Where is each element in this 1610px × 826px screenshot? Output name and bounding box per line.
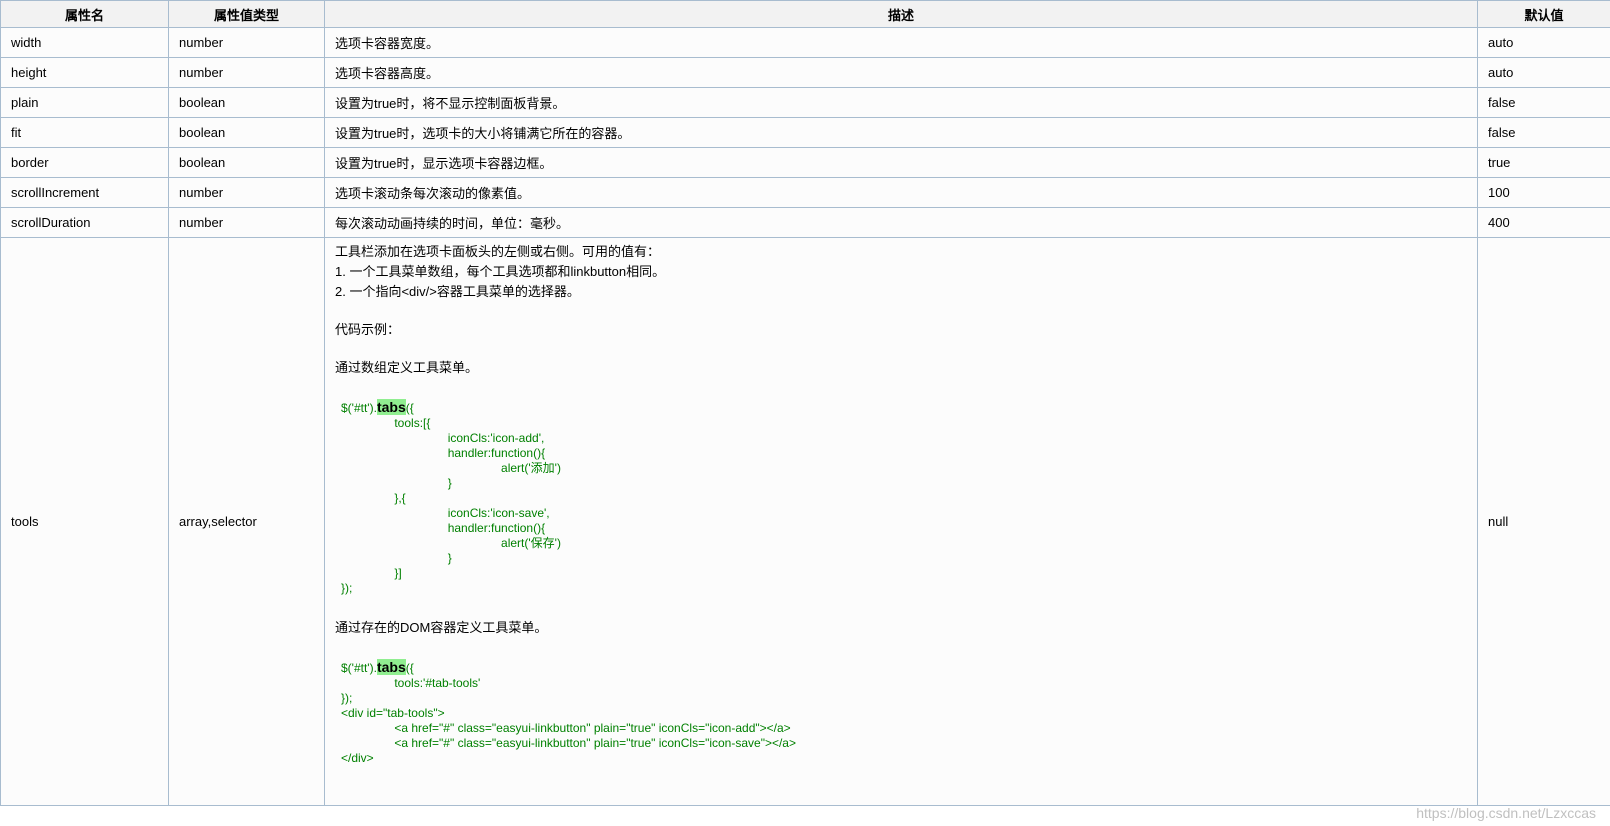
prop-desc: 选项卡容器宽度。	[324, 27, 1478, 58]
example-label: 代码示例：	[335, 322, 401, 337]
prop-default: 100	[1477, 177, 1610, 208]
prop-desc: 设置为true时，选项卡的大小将铺满它所在的容器。	[324, 117, 1478, 148]
table-row: fit boolean 设置为true时，选项卡的大小将铺满它所在的容器。 fa…	[0, 117, 1610, 148]
prop-desc-tools: 工具栏添加在选项卡面板头的左侧或右侧。可用的值有： 1. 一个工具菜单数组，每个…	[324, 237, 1478, 806]
code1-body: ({ tools:[{ iconCls:'icon-add', handler:…	[341, 401, 561, 595]
prop-desc: 每次滚动动画持续的时间，单位：毫秒。	[324, 207, 1478, 238]
example1-label: 通过数组定义工具菜单。	[335, 360, 479, 375]
header-name: 属性名	[0, 0, 169, 28]
code2-keyword: tabs	[376, 659, 406, 675]
prop-type: number	[168, 57, 325, 88]
prop-name: scrollDuration	[0, 207, 169, 238]
code-block-1: $('#tt').tabs({ tools:[{ iconCls:'icon-a…	[335, 399, 1467, 596]
prop-desc: 设置为true时，将不显示控制面板背景。	[324, 87, 1478, 118]
tools-intro-line: 1. 一个工具菜单数组，每个工具选项都和linkbutton相同。	[335, 264, 666, 279]
code-block-2: $('#tt').tabs({ tools:'#tab-tools' }); <…	[335, 659, 1467, 766]
prop-type: number	[168, 207, 325, 238]
watermark: https://blog.csdn.net/Lzxccas	[1416, 805, 1596, 821]
prop-name: height	[0, 57, 169, 88]
prop-name: width	[0, 27, 169, 58]
prop-type: boolean	[168, 147, 325, 178]
prop-name: fit	[0, 117, 169, 148]
prop-desc: 选项卡容器高度。	[324, 57, 1478, 88]
prop-name: plain	[0, 87, 169, 118]
properties-table: 属性名 属性值类型 描述 默认值 width number 选项卡容器宽度。 a…	[0, 0, 1610, 806]
table-row: height number 选项卡容器高度。 auto	[0, 57, 1610, 88]
prop-default: 400	[1477, 207, 1610, 238]
prop-type: array,selector	[168, 237, 325, 806]
table-row: plain boolean 设置为true时，将不显示控制面板背景。 false	[0, 87, 1610, 118]
header-type: 属性值类型	[168, 0, 325, 28]
table-row: border boolean 设置为true时，显示选项卡容器边框。 true	[0, 147, 1610, 178]
tools-intro-line: 工具栏添加在选项卡面板头的左侧或右侧。可用的值有：	[335, 244, 661, 259]
prop-desc: 选项卡滚动条每次滚动的像素值。	[324, 177, 1478, 208]
prop-name: tools	[0, 237, 169, 806]
table-row: scrollIncrement number 选项卡滚动条每次滚动的像素值。 1…	[0, 177, 1610, 208]
header-desc: 描述	[324, 0, 1478, 28]
prop-default: auto	[1477, 57, 1610, 88]
example2-label: 通过存在的DOM容器定义工具菜单。	[335, 620, 548, 635]
prop-default: false	[1477, 87, 1610, 118]
prop-type: number	[168, 177, 325, 208]
header-default: 默认值	[1477, 0, 1610, 28]
table-row-tools: tools array,selector 工具栏添加在选项卡面板头的左侧或右侧。…	[0, 237, 1610, 806]
table-row: scrollDuration number 每次滚动动画持续的时间，单位：毫秒。…	[0, 207, 1610, 238]
tools-intro-line: 2. 一个指向<div/>容器工具菜单的选择器。	[335, 284, 580, 299]
prop-default: true	[1477, 147, 1610, 178]
code1-keyword: tabs	[376, 399, 406, 415]
table-row: width number 选项卡容器宽度。 auto	[0, 27, 1610, 58]
header-row: 属性名 属性值类型 描述 默认值	[0, 0, 1610, 28]
prop-default: false	[1477, 117, 1610, 148]
code2-body: ({ tools:'#tab-tools' }); <div id="tab-t…	[341, 661, 796, 765]
prop-default: auto	[1477, 27, 1610, 58]
code2-prefix: $('#tt').	[341, 661, 377, 675]
code1-prefix: $('#tt').	[341, 401, 377, 415]
prop-default: null	[1477, 237, 1610, 806]
prop-type: boolean	[168, 87, 325, 118]
prop-name: scrollIncrement	[0, 177, 169, 208]
prop-name: border	[0, 147, 169, 178]
prop-type: boolean	[168, 117, 325, 148]
prop-type: number	[168, 27, 325, 58]
prop-desc: 设置为true时，显示选项卡容器边框。	[324, 147, 1478, 178]
